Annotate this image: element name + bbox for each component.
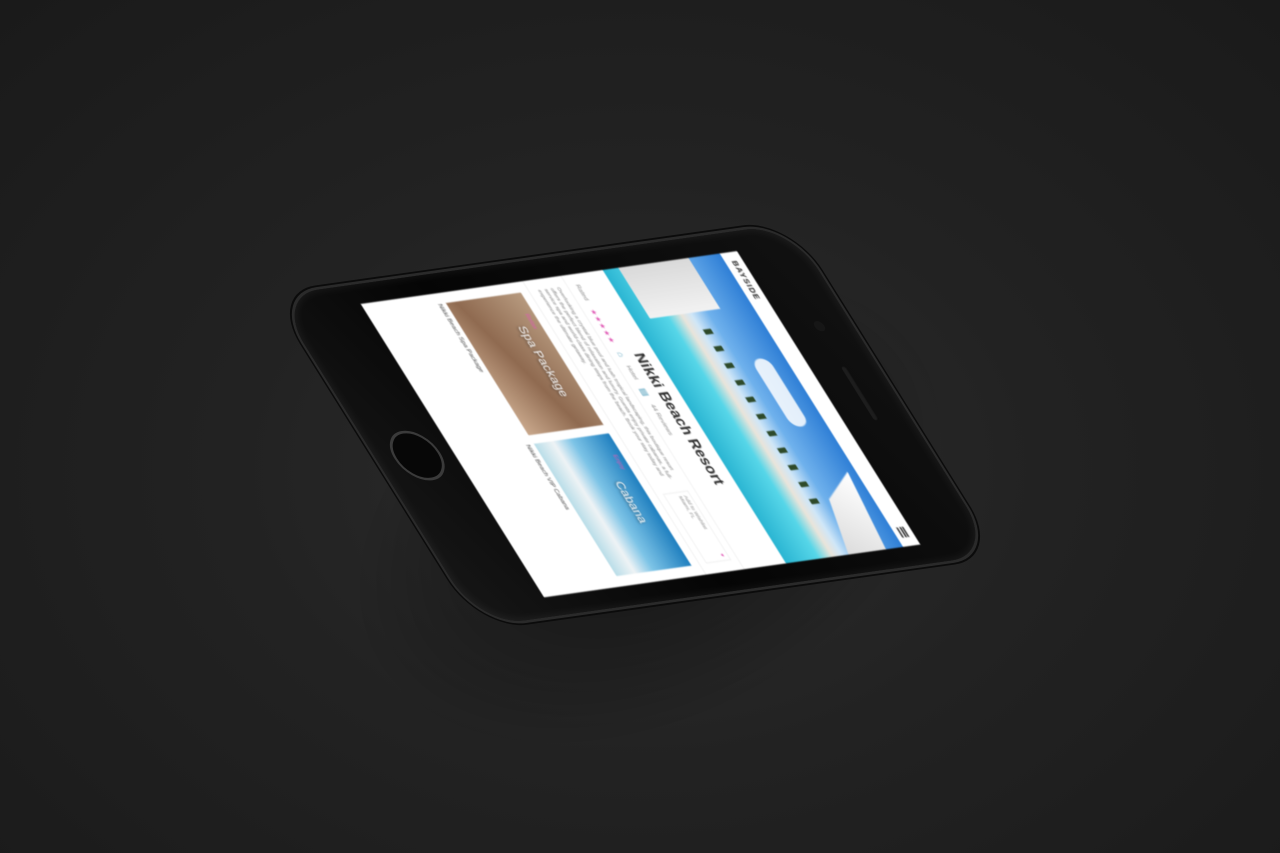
reviews-icon: ▤	[636, 387, 651, 397]
hamburger-menu-icon[interactable]	[896, 526, 910, 538]
hero-building	[618, 257, 721, 319]
listing-type: Hotel	[624, 365, 639, 380]
card-tag: Enjoy	[611, 454, 627, 470]
scene: BAYSIDE Nikki Beach Resort Rated ★★★★★ ⌂…	[0, 0, 1280, 853]
card-title: Cabana	[612, 480, 651, 524]
heart-icon[interactable]: ♥	[718, 553, 725, 557]
hotel-icon: ⌂	[614, 351, 627, 358]
